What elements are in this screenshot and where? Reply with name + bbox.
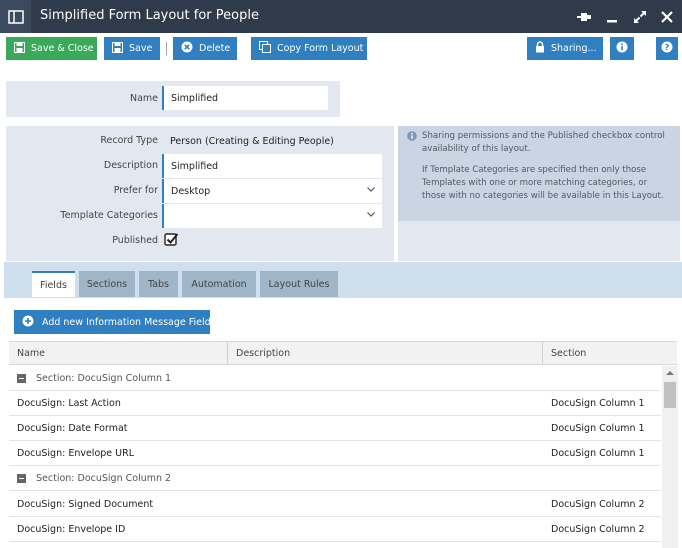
grid-scrollbar-thumb[interactable] (664, 382, 676, 408)
window-title: Simplified Form Layout for People (40, 8, 259, 23)
delete-icon (181, 41, 193, 56)
close-icon[interactable] (657, 7, 677, 27)
svg-text:?: ? (665, 43, 670, 52)
sharing-button[interactable]: Sharing... (527, 37, 603, 60)
window-titlebar: Simplified Form Layout for People (0, 0, 682, 33)
field-name: DocuSign: Envelope ID (17, 524, 126, 535)
column-name[interactable]: Name (17, 348, 45, 359)
save-button[interactable]: Save (104, 37, 160, 60)
lock-icon (535, 41, 545, 56)
table-row[interactable]: DocuSign: Date Format DocuSign Column 1 (9, 416, 661, 441)
delete-button[interactable]: Delete (173, 37, 237, 60)
collapse-icon[interactable] (17, 374, 26, 383)
prefer-for-value: Desktop (171, 185, 211, 197)
section-row-label: Section: DocuSign Column 1 (36, 373, 172, 384)
add-information-message-field-button[interactable]: Add new Information Message Field (14, 310, 211, 334)
section-row[interactable]: Section: DocuSign Column 1 (9, 366, 661, 391)
save-close-icon (14, 41, 25, 56)
table-row[interactable]: DocuSign: Signed Document DocuSign Colum… (9, 492, 661, 517)
template-categories-label: Template Categories (60, 210, 158, 221)
tab-sections[interactable]: Sections (79, 271, 135, 297)
info-circle-icon (407, 131, 417, 146)
info-note: Sharing permissions and the Published ch… (398, 126, 680, 221)
record-type-value: Person (Creating & Editing People) (170, 136, 334, 147)
plus-circle-icon (22, 315, 34, 330)
save-label: Save (129, 43, 153, 54)
maximize-icon[interactable] (630, 7, 650, 27)
chevron-down-icon (366, 184, 376, 197)
name-label: Name (129, 93, 158, 104)
column-section[interactable]: Section (551, 348, 586, 359)
tab-tabs[interactable]: Tabs (139, 271, 178, 297)
sharing-label: Sharing... (551, 43, 597, 54)
prefer-for-label: Prefer for (113, 185, 158, 196)
table-row[interactable]: DocuSign: Envelope ID DocuSign Column 2 (9, 517, 661, 542)
tab-layout-rules[interactable]: Layout Rules (260, 271, 338, 297)
field-name: DocuSign: Last Action (17, 398, 121, 409)
pin-icon[interactable] (574, 7, 594, 27)
scroll-up-arrow-icon[interactable] (665, 369, 675, 380)
field-section: DocuSign Column 1 (551, 423, 645, 434)
info-panel-footer (398, 221, 680, 261)
tab-fields[interactable]: Fields (32, 271, 75, 297)
field-name: DocuSign: Envelope URL (17, 448, 134, 459)
info-button[interactable] (610, 37, 634, 60)
copy-label: Copy Form Layout (277, 43, 364, 54)
tab-automation[interactable]: Automation (182, 271, 256, 297)
copy-icon (259, 41, 271, 56)
table-row[interactable]: DocuSign: Envelope URL DocuSign Column 1 (9, 441, 661, 466)
save-icon (112, 41, 123, 56)
delete-label: Delete (199, 43, 231, 54)
info-icon (616, 41, 628, 56)
minimize-icon[interactable] (602, 7, 622, 27)
field-section: DocuSign Column 2 (551, 499, 645, 510)
record-type-label: Record Type (100, 135, 158, 146)
published-checkbox[interactable] (164, 232, 179, 250)
add-field-label: Add new Information Message Field (42, 316, 211, 328)
column-divider (227, 342, 228, 364)
field-section: DocuSign Column 2 (551, 524, 645, 535)
copy-form-layout-button[interactable]: Copy Form Layout (251, 37, 367, 60)
description-field[interactable]: Simplified (162, 154, 382, 178)
description-label: Description (103, 160, 158, 171)
chevron-down-icon (366, 209, 376, 222)
section-row[interactable]: Section: DocuSign Column 2 (9, 466, 661, 491)
field-name: DocuSign: Signed Document (17, 499, 154, 510)
field-name: DocuSign: Date Format (17, 423, 128, 434)
grid-header: Name Description Section (9, 341, 677, 365)
published-label: Published (112, 235, 158, 246)
column-description[interactable]: Description (236, 348, 290, 359)
field-section: DocuSign Column 1 (551, 448, 645, 459)
layout-panel-icon[interactable] (0, 0, 31, 33)
section-row-label: Section: DocuSign Column 2 (36, 473, 172, 484)
help-button[interactable]: ? (656, 37, 678, 60)
template-categories-select[interactable] (162, 204, 382, 228)
save-close-label: Save & Close (31, 43, 94, 54)
info-text-templates: If Template Categories are specified the… (422, 165, 664, 201)
collapse-icon[interactable] (17, 474, 26, 483)
column-divider (542, 342, 543, 364)
name-field[interactable]: Simplified (162, 86, 328, 110)
help-icon: ? (661, 41, 673, 56)
field-section: DocuSign Column 1 (551, 398, 645, 409)
toolbar-divider (166, 42, 167, 55)
table-row[interactable]: DocuSign: Last Action DocuSign Column 1 (9, 391, 661, 416)
info-text-sharing: Sharing permissions and the Published ch… (422, 131, 665, 154)
save-close-button[interactable]: Save & Close (6, 37, 97, 60)
prefer-for-select[interactable]: Desktop (162, 179, 382, 203)
